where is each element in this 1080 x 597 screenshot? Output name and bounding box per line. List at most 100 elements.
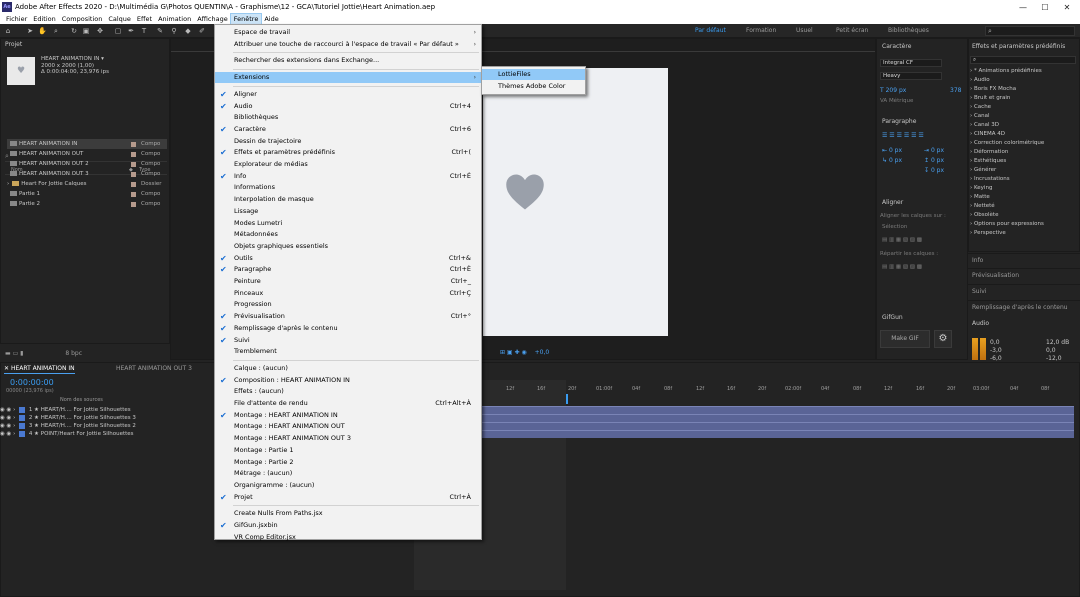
menu-item-audio[interactable]: ✔ Audio Ctrl+4: [215, 101, 481, 112]
menu-item-lissage[interactable]: Lissage: [215, 206, 481, 217]
hand-tool-icon[interactable]: ✋: [38, 27, 47, 35]
project-item[interactable]: Partie 1 Compo: [7, 189, 167, 199]
align-panel-title[interactable]: Aligner: [882, 199, 903, 206]
gifgun-panel-title[interactable]: GifGun: [882, 314, 903, 321]
selection-tool-icon[interactable]: ➤: [26, 27, 34, 35]
layer-duration-bar[interactable]: [482, 406, 1074, 414]
make-gif-button[interactable]: Make GIF: [880, 330, 930, 348]
grid-icon[interactable]: ⊞ ▣ ✚ ◉: [500, 349, 527, 356]
menu-item-paragraphe[interactable]: ✔ Paragraphe Ctrl+È: [215, 264, 481, 275]
effects-panel-title[interactable]: Effets et paramètres prédéfinis: [972, 43, 1065, 50]
tracker-panel-tab[interactable]: Suivi: [968, 284, 1080, 298]
menu-item-lottiefiles[interactable]: LottieFiles: [482, 69, 585, 80]
close-button[interactable]: ✕: [1056, 0, 1078, 14]
camera-tool-icon[interactable]: ▣: [82, 27, 90, 35]
project-item[interactable]: HEART ANIMATION OUT 2 Compo: [7, 159, 167, 169]
workspace-bibliotheques[interactable]: Bibliothèques: [888, 27, 929, 34]
menu-item-tremblement[interactable]: Tremblement: [215, 346, 481, 357]
timeline-column-header[interactable]: Nom des sources: [60, 397, 103, 403]
effect-category[interactable]: › Correction colorimétrique: [970, 140, 1044, 146]
anchor-tool-icon[interactable]: ✥: [96, 27, 104, 35]
eye-icon[interactable]: ◉ ◉: [0, 423, 11, 429]
effect-category[interactable]: › Incrustations: [970, 176, 1010, 182]
comp-name[interactable]: HEART ANIMATION IN ▾: [41, 56, 109, 63]
menu-item-extensions[interactable]: Extensions ›: [215, 72, 481, 84]
menu-fichier[interactable]: Fichier: [3, 14, 30, 24]
clone-tool-icon[interactable]: ⚲: [170, 27, 178, 35]
menu-animation[interactable]: Animation: [155, 14, 194, 24]
effect-category[interactable]: › Keying: [970, 185, 992, 191]
eye-icon[interactable]: ◉ ◉: [0, 407, 11, 413]
tracking-field[interactable]: VA Métrique: [880, 98, 913, 104]
menu-composition[interactable]: Composition: [59, 14, 106, 24]
eye-icon[interactable]: ◉ ◉: [0, 431, 11, 437]
menu-item-peinture[interactable]: Peinture Ctrl+_: [215, 276, 481, 287]
menu-item-vr-comp-editor-jsx[interactable]: VR Comp Editor.jsx: [215, 532, 481, 543]
brush-tool-icon[interactable]: ✎: [156, 27, 164, 35]
label-color[interactable]: [19, 422, 26, 429]
character-panel-title[interactable]: Caractère: [882, 43, 911, 50]
menu-item-dessin-de-trajectoire[interactable]: Dessin de trajectoire: [215, 136, 481, 147]
menu-fenetre[interactable]: Fenêtre: [229, 13, 263, 25]
menu-item-info[interactable]: ✔ Info Ctrl+É: [215, 171, 481, 182]
space-before-field[interactable]: ↥ 0 px: [924, 157, 944, 164]
menu-item-gifgun-jsxbin[interactable]: ✔ GifGun.jsxbin: [215, 520, 481, 531]
menu-item-progression[interactable]: Progression: [215, 299, 481, 310]
menu-item-rechercher-des-extensions-dans-exchange[interactable]: Rechercher des extensions dans Exchange.…: [215, 55, 481, 66]
bpc-label[interactable]: 8 bpc: [65, 350, 82, 357]
effect-category[interactable]: › Boris FX Mocha: [970, 86, 1016, 92]
help-search-input[interactable]: ⌕: [985, 26, 1075, 36]
effect-category[interactable]: › Options pour expressions: [970, 221, 1044, 227]
align-to-select[interactable]: Sélection: [882, 224, 907, 230]
menu-item-caractere[interactable]: ✔ Caractère Ctrl+6: [215, 124, 481, 135]
leading-field[interactable]: 378: [950, 87, 961, 94]
indent-first-field[interactable]: ↳ 0 px: [882, 157, 902, 164]
menu-item-montage-partie-2[interactable]: Montage : Partie 2: [215, 457, 481, 468]
menu-item-aligner[interactable]: ✔ Aligner: [215, 89, 481, 100]
menu-item-suivi[interactable]: ✔ Suivi: [215, 335, 481, 346]
menu-item-metrage-aucun[interactable]: Métrage : (aucun): [215, 468, 481, 479]
minimize-button[interactable]: —: [1012, 0, 1034, 14]
effect-category[interactable]: › CINEMA 4D: [970, 131, 1005, 137]
current-time-indicator[interactable]: [566, 394, 568, 404]
effect-category[interactable]: › Perspective: [970, 230, 1006, 236]
effect-category[interactable]: › Cache: [970, 104, 991, 110]
chevron-right-icon[interactable]: ›: [7, 181, 9, 187]
menu-item-outils[interactable]: ✔ Outils Ctrl+&: [215, 253, 481, 264]
label-color[interactable]: [19, 414, 26, 421]
audio-panel-title[interactable]: Audio: [972, 320, 989, 327]
effect-category[interactable]: › Générer: [970, 167, 996, 173]
menu-effet[interactable]: Effet: [134, 14, 155, 24]
paragraph-align-buttons[interactable]: ☰ ☰ ☰ ☰ ☰ ☰: [882, 132, 924, 139]
text-tool-icon[interactable]: T: [140, 27, 148, 35]
effects-search-input[interactable]: ⌕: [970, 56, 1076, 64]
rectangle-tool-icon[interactable]: ▢: [114, 27, 122, 35]
label-color[interactable]: [19, 406, 26, 413]
menu-item-explorateur-de-medias[interactable]: Explorateur de médias: [215, 159, 481, 170]
font-family-select[interactable]: Integral CF: [880, 59, 942, 67]
menu-item-previsualisation[interactable]: ✔ Prévisualisation Ctrl+°: [215, 311, 481, 322]
layer-duration-bar[interactable]: [482, 422, 1074, 430]
exposure-readout[interactable]: +0,0: [535, 349, 550, 356]
layer-duration-bar[interactable]: [482, 414, 1074, 422]
menu-item-espace-de-travail[interactable]: Espace de travail ›: [215, 27, 481, 38]
menu-item-create-nulls-from-paths-jsx[interactable]: Create Nulls From Paths.jsx: [215, 508, 481, 519]
rotate-tool-icon[interactable]: ↻: [70, 27, 78, 35]
space-after-field[interactable]: ↧ 0 px: [924, 167, 944, 174]
menu-item-organigramme-aucun[interactable]: Organigramme : (aucun): [215, 480, 481, 491]
eye-icon[interactable]: ◉ ◉: [0, 415, 11, 421]
project-panel-title[interactable]: Projet: [1, 39, 169, 51]
workspace-petit-ecran[interactable]: Petit écran: [836, 27, 868, 34]
info-panel-tab[interactable]: Info: [968, 253, 1080, 267]
indent-right-field[interactable]: ⇥ 0 px: [924, 147, 944, 154]
layer-duration-bar[interactable]: [482, 430, 1074, 438]
font-size-field[interactable]: T 209 px: [880, 87, 906, 94]
font-style-select[interactable]: Heavy: [880, 72, 942, 80]
project-item[interactable]: Partie 2 Compo: [7, 199, 167, 209]
home-icon[interactable]: ⌂: [4, 27, 12, 35]
menu-item-pinceaux[interactable]: Pinceaux Ctrl+Ç: [215, 288, 481, 299]
indent-left-field[interactable]: ⇤ 0 px: [882, 147, 902, 154]
align-buttons[interactable]: ▤ ▥ ▦ ▧ ▨ ▩: [882, 237, 922, 243]
effect-category[interactable]: › Obsolète: [970, 212, 998, 218]
menu-item-montage-partie-1[interactable]: Montage : Partie 1: [215, 445, 481, 456]
